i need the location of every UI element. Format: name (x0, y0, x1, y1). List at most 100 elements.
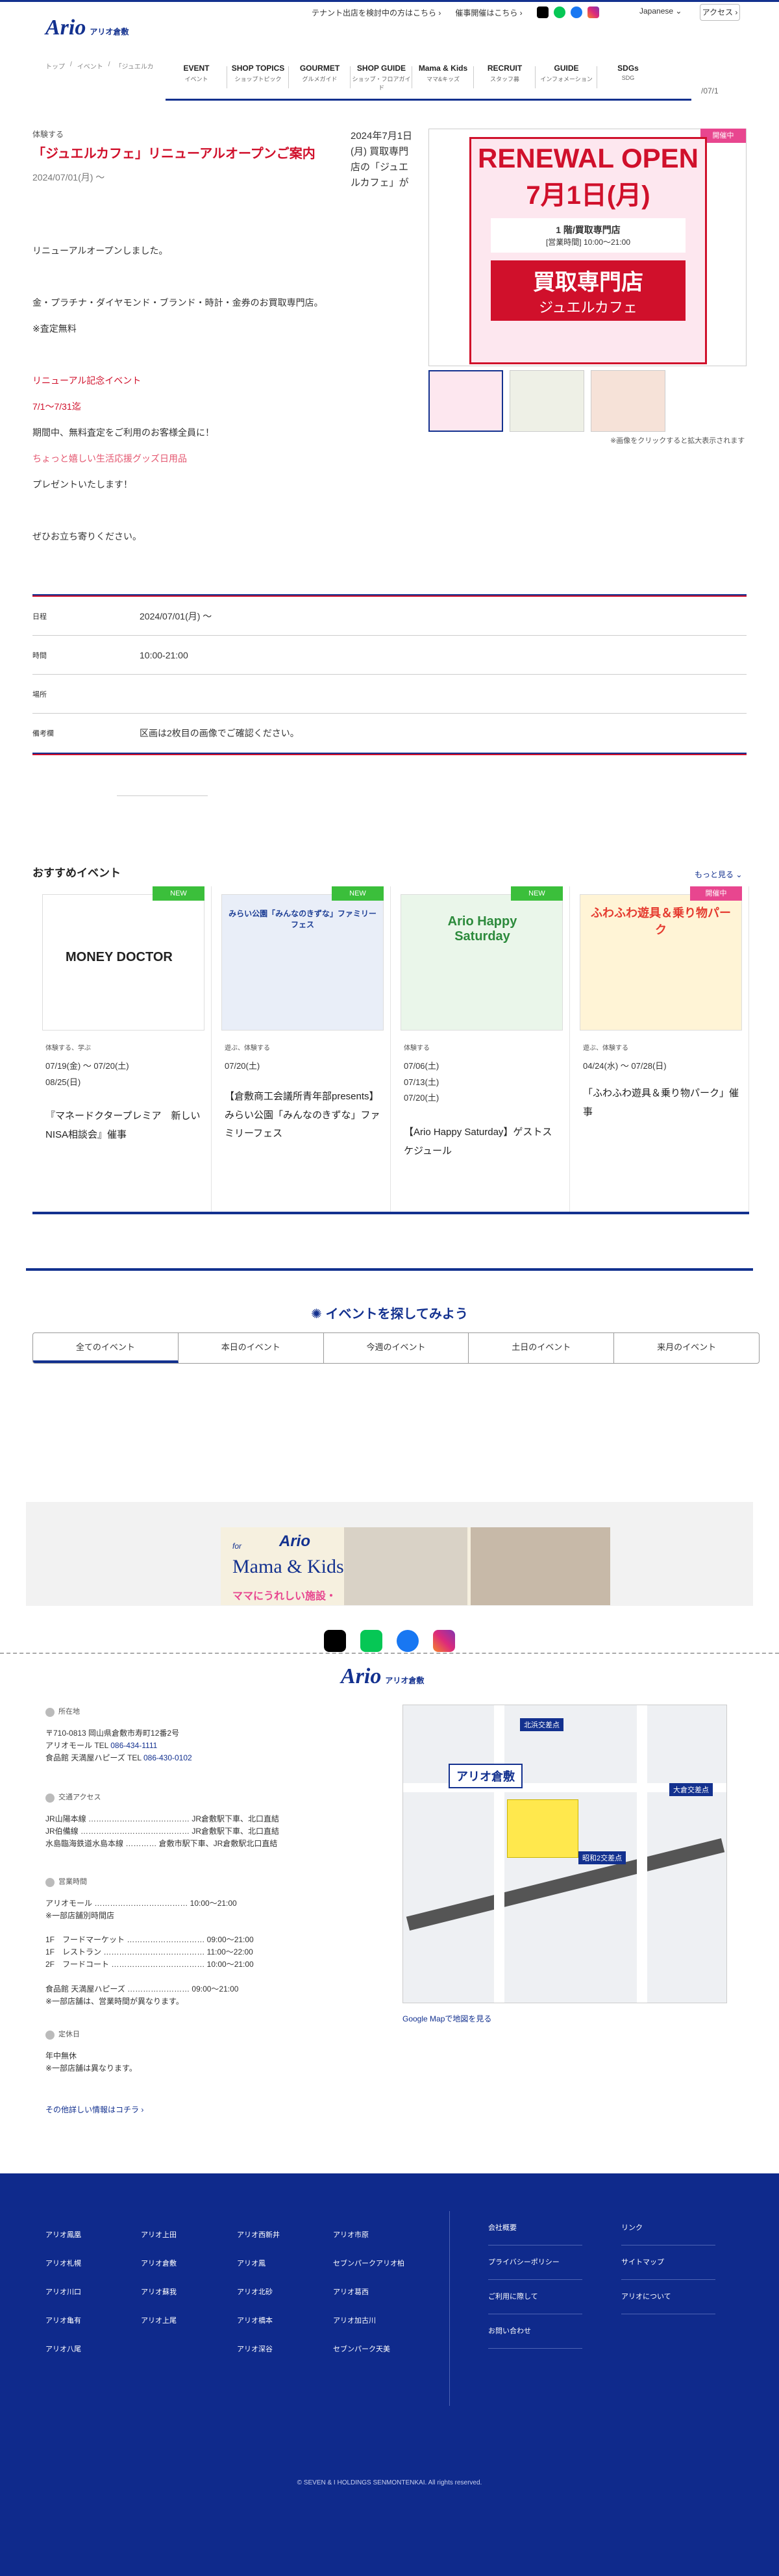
footer-link[interactable]: ご利用に際して (488, 2280, 582, 2314)
road (494, 1705, 504, 2003)
area-map[interactable]: アリオ倉敷 北浜交差点 大倉交差点 昭和2交差点 (402, 1705, 727, 2003)
event-card[interactable]: Ario Happy Saturday NEW 体験する 07/06(土) 07/… (391, 886, 570, 1214)
x-icon[interactable] (324, 1630, 346, 1652)
hours-heading: 営業時間 (45, 1877, 254, 1888)
footer-link[interactable]: アリオ橋本 (237, 2307, 280, 2335)
footer-link[interactable]: アリオ蘇我 (141, 2278, 177, 2307)
facebook-icon[interactable] (397, 1630, 419, 1652)
footer-link[interactable]: アリオ上田 (141, 2221, 177, 2249)
table-row: 備考欄 区画は2枚目の画像でご確認ください。 (32, 728, 299, 738)
footer-link[interactable]: アリオ札幌 (45, 2249, 81, 2278)
line-icon[interactable] (553, 6, 565, 18)
section-separator (26, 1268, 753, 1271)
nav-underline (166, 99, 691, 101)
event-filter-tabs: 全てのイベント 本日のイベント 今週のイベント 土日のイベント 来月のイベント (32, 1332, 760, 1364)
tab-all[interactable]: 全てのイベント (33, 1333, 179, 1363)
footer-link[interactable]: セブンパークアリオ柏 (333, 2249, 404, 2278)
page-title: 「ジュエルカフェ」リニューアルオープンご案内 (32, 147, 315, 161)
event-card[interactable]: MONEY DOCTOR NEW 体験する、学ぶ 07/19(金) 〜 07/2… (32, 886, 212, 1214)
access-block: 交通アクセス JR山陽本線 ………………………………… JR倉敷駅下車、北口直結… (45, 1793, 280, 1848)
map-crossing: 北浜交差点 (520, 1718, 563, 1731)
breadcrumb-sep: / (70, 61, 72, 68)
footer-link[interactable]: アリオ上尾 (141, 2307, 177, 2335)
thumbnail[interactable] (591, 370, 665, 432)
venue-link[interactable]: 催事開催はこちら › (455, 7, 522, 18)
footer-link[interactable]: サイトマップ (621, 2245, 715, 2280)
x-icon[interactable] (536, 6, 549, 18)
footer-link[interactable]: お問い合わせ (488, 2314, 582, 2349)
nav-sdgs[interactable]: SDGs SDG (597, 64, 659, 96)
tel-link[interactable]: 086-430-0102 (143, 1753, 192, 1762)
clock-icon (45, 1877, 55, 1887)
tab-weekend[interactable]: 土日のイベント (469, 1333, 615, 1363)
banner-photo (471, 1527, 610, 1605)
sparkle-icon: ✺ (311, 1307, 326, 1321)
main-event-image[interactable]: 開催中 RENEWAL OPEN 7月1日(月) 1 階/買取専門店 [営業時間… (428, 129, 747, 366)
more-info-link[interactable]: その他詳しい情報はコチラ › (45, 2104, 143, 2116)
breadcrumb-event[interactable]: イベント (77, 61, 103, 71)
site-logo[interactable]: Ario アリオ倉敷 (45, 17, 129, 39)
thumbnail[interactable] (510, 370, 584, 432)
footer-link[interactable]: アリオ倉敷 (141, 2249, 177, 2278)
poster-hours: [営業時間] 10:00〜21:00 (545, 238, 631, 247)
event-card[interactable]: みらい公園「みんなのきずな」ファミリーフェス NEW 遊ぶ、体験する 07/20… (212, 886, 391, 1214)
header-date: /07/1 (701, 86, 719, 95)
footer-link[interactable]: セブンパーク天美 (333, 2335, 404, 2364)
footer-link[interactable]: アリオ市原 (333, 2221, 404, 2249)
footer-link[interactable]: アリオ川口 (45, 2278, 81, 2307)
google-map-link[interactable]: Google Mapで地図を見る (402, 2013, 491, 2024)
article-date: 2024/07/01(月) 〜 (32, 172, 105, 182)
footer-link[interactable]: アリオ加古川 (333, 2307, 404, 2335)
breadcrumb-top[interactable]: トップ (45, 61, 65, 71)
nav-shop-topics[interactable]: SHOP TOPICS ショップトピック (227, 64, 289, 96)
nav-gourmet[interactable]: GOURMET グルメガイド (289, 64, 351, 96)
footer-link[interactable]: リンク (621, 2211, 715, 2245)
poster: RENEWAL OPEN 7月1日(月) 1 階/買取専門店 [営業時間] 10… (469, 137, 707, 364)
footer-link[interactable]: アリオ鳳凰 (45, 2221, 81, 2249)
footer-link[interactable]: アリオ西新井 (237, 2221, 280, 2249)
thumbnail[interactable] (428, 370, 503, 432)
footer-col: アリオ市原 セブンパークアリオ柏 アリオ葛西 アリオ加古川 セブンパーク天美 (333, 2221, 404, 2364)
footer-link[interactable]: アリオ鳳 (237, 2249, 280, 2278)
footer-link[interactable]: アリオについて (621, 2280, 715, 2314)
footer-link[interactable]: プライバシーポリシー (488, 2245, 582, 2280)
new-badge: NEW (511, 886, 563, 901)
tab-next-month[interactable]: 来月のイベント (614, 1333, 759, 1363)
header-sns (536, 6, 599, 18)
footer-col: アリオ上田 アリオ倉敷 アリオ蘇我 アリオ上尾 (141, 2221, 177, 2335)
nav-mama-kids[interactable]: Mama & Kids ママ&キッズ (412, 64, 474, 96)
footer-link[interactable]: アリオ葛西 (333, 2278, 404, 2307)
article-line: 7/1〜7/31迄 (32, 401, 81, 412)
tenant-link[interactable]: テナント出店を検討中の方はこちら › (312, 7, 441, 18)
instagram-icon[interactable] (433, 1630, 455, 1652)
article-line: プレゼントいたします！ (32, 479, 132, 490)
footer-link[interactable]: 会社概要 (488, 2211, 582, 2245)
footer-logo[interactable]: Ario アリオ倉敷 (341, 1666, 424, 1688)
footer-link[interactable]: アリオ深谷 (237, 2335, 280, 2364)
access-button[interactable]: アクセス › (700, 4, 740, 21)
nav-guide[interactable]: GUIDE インフォメーション (536, 64, 597, 96)
logo-mark: Ario (45, 16, 86, 40)
article-line: 期間中、無料査定をご利用のお客様全員に！ (32, 427, 214, 438)
event-card-dates: 04/24(水) 〜 07/28(日) (583, 1061, 667, 1071)
line-icon[interactable] (360, 1630, 382, 1652)
address-heading: 所在地 (45, 1707, 192, 1718)
event-card-name: 「ふわふわ遊具＆乗り物パーク」催事 (583, 1088, 739, 1118)
language-select[interactable]: Japanese ⌄ (639, 6, 682, 16)
nav-shop-guide[interactable]: SHOP GUIDE ショップ・フロアガイド (351, 64, 412, 96)
footer-link[interactable]: アリオ八尾 (45, 2335, 81, 2364)
nav-event[interactable]: EVENT イベント (166, 64, 227, 96)
tab-this-week[interactable]: 今週のイベント (324, 1333, 469, 1363)
footer-link[interactable]: アリオ亀有 (45, 2307, 81, 2335)
nav-recruit[interactable]: RECRUIT スタッフ募 (474, 64, 536, 96)
more-link[interactable]: もっと見る ⌄ (695, 869, 742, 880)
instagram-icon[interactable] (587, 6, 599, 18)
tel-link[interactable]: 086-434-1111 (110, 1741, 157, 1750)
new-badge: NEW (153, 886, 204, 901)
facebook-icon[interactable] (570, 6, 582, 18)
mama-kids-banner[interactable]: for Ario Mama & Kids ママにうれしい施設・ (221, 1527, 610, 1605)
tab-today[interactable]: 本日のイベント (179, 1333, 324, 1363)
event-card[interactable]: ふわふわ遊具＆乗り物パーク 開催中 遊ぶ、体験する 04/24(水) 〜 07/… (570, 886, 749, 1214)
footer-link[interactable]: アリオ北砂 (237, 2278, 280, 2307)
status-badge: 開催中 (690, 886, 742, 901)
